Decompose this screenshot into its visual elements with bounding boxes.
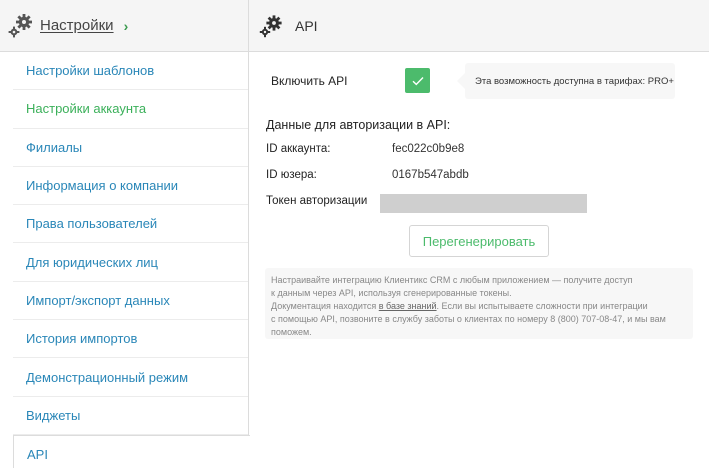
info-line: к данным через API, используя сгенериров…	[271, 288, 512, 298]
page-title: API	[295, 17, 318, 34]
sidebar-item-widgets[interactable]: Виджеты	[13, 397, 248, 435]
sidebar-item-label: Импорт/экспорт данных	[26, 292, 170, 308]
info-box: Настраивайте интеграцию Клиентикс CRM с …	[265, 268, 693, 339]
main-panel: API Включить API Эта возможность доступн…	[249, 0, 709, 468]
sidebar-item-label: Настройки шаблонов	[26, 63, 155, 79]
regenerate-button[interactable]: Перегенерировать	[409, 225, 549, 257]
sidebar-item-label: Демонстрационный режим	[26, 369, 189, 385]
sidebar-item-label: API	[27, 447, 48, 463]
info-text: Документация находится	[271, 301, 379, 311]
sidebar-item-legal-entities[interactable]: Для юридических лиц	[13, 243, 248, 282]
token-label: Токен авторизации	[266, 195, 368, 207]
enable-api-row: Включить API Эта возможность доступна в …	[271, 63, 675, 99]
gears-icon	[8, 13, 36, 39]
account-id-row: ID аккаунта: fec022c0b9e8	[266, 143, 464, 155]
sidebar-item-user-rights[interactable]: Права пользователей	[13, 205, 248, 244]
user-id-value: 0167b547abdb	[392, 169, 469, 181]
enable-api-label: Включить API	[271, 73, 348, 88]
info-text: . Если вы испытываете сложности при инте…	[436, 301, 648, 311]
auth-heading: Данные для авторизации в API:	[266, 118, 451, 132]
sidebar-item-demo-mode[interactable]: Демонстрационный режим	[13, 358, 248, 397]
sidebar-item-label: Информация о компании	[26, 178, 179, 194]
gears-icon	[259, 13, 287, 39]
sidebar-item-company-info[interactable]: Информация о компании	[13, 167, 248, 206]
user-id-row: ID юзера: 0167b547abdb	[266, 169, 469, 181]
account-id-label: ID аккаунта:	[266, 143, 331, 155]
main-header: API	[249, 0, 709, 52]
sidebar-item-account-settings[interactable]: Настройки аккаунта	[13, 90, 248, 129]
sidebar-item-import-export[interactable]: Импорт/экспорт данных	[13, 282, 248, 321]
user-id-label: ID юзера:	[266, 169, 317, 181]
info-line: Документация находится в базе знаний. Ес…	[271, 300, 687, 313]
sidebar-item-label: Права пользователей	[26, 216, 158, 232]
sidebar-item-import-history[interactable]: История импортов	[13, 320, 248, 359]
info-line: поможем.	[271, 327, 312, 337]
knowledge-base-link[interactable]: в базе знаний	[379, 301, 437, 311]
sidebar: Настройки › Настройки шаблонов Настройки…	[0, 0, 250, 468]
check-icon	[412, 76, 424, 85]
sidebar-item-label: Для юридических лиц	[26, 254, 158, 270]
sidebar-header: Настройки ›	[0, 0, 248, 52]
settings-menu: Настройки шаблонов Настройки аккаунта Фи…	[0, 52, 250, 468]
chevron-right-icon[interactable]: ›	[124, 18, 129, 34]
token-value-field[interactable]	[380, 194, 587, 213]
sidebar-item-label: Филиалы	[26, 139, 83, 155]
token-row: Токен авторизации	[266, 195, 392, 207]
sidebar-item-label: История импортов	[26, 331, 138, 347]
sidebar-item-label: Настройки аккаунта	[26, 101, 147, 117]
account-id-value: fec022c0b9e8	[392, 143, 465, 155]
info-line: с помощью API, позвоните в службу заботы…	[271, 314, 666, 324]
sidebar-item-branches[interactable]: Филиалы	[13, 129, 248, 167]
sidebar-item-api[interactable]: API	[13, 434, 250, 468]
info-line: Настраивайте интеграцию Клиентикс CRM с …	[271, 275, 633, 285]
tariff-note: Эта возможность доступна в тарифах: PRO+	[457, 63, 675, 99]
sidebar-item-label: Виджеты	[26, 407, 81, 423]
sidebar-item-template-settings[interactable]: Настройки шаблонов	[13, 52, 248, 91]
settings-title-link[interactable]: Настройки	[40, 17, 114, 34]
enable-api-checkbox[interactable]	[405, 68, 430, 93]
